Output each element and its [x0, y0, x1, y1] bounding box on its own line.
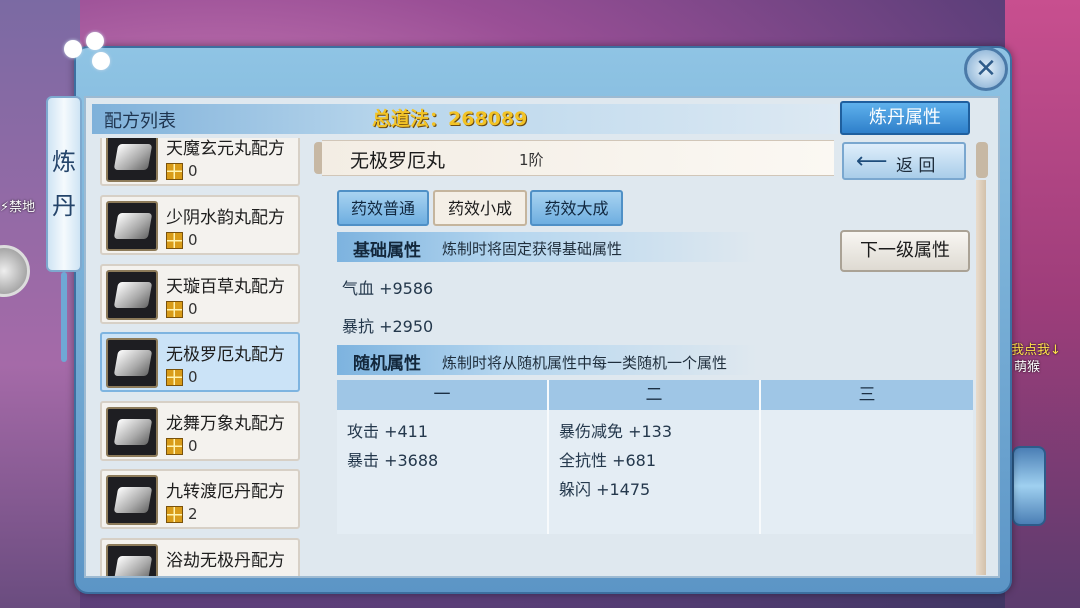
recipe-item-selected[interactable]: 无极罗厄丸配方 0	[100, 332, 300, 392]
random-column-1: 攻击 +411 暴击 +3688	[347, 410, 547, 534]
random-stat: 攻击 +411	[347, 422, 429, 441]
recipe-count: 0	[188, 231, 198, 249]
material-icon	[166, 163, 183, 180]
random-attribute-table: 一 二 三 攻击 +411 暴击 +3688 暴伤减免 +133 全抗性 +68…	[337, 380, 973, 534]
recipe-count: 0	[188, 368, 198, 386]
random-stat: 躲闪 +1475	[559, 480, 651, 499]
recipe-list[interactable]: 天魔玄元丸配方 0 少阴水韵丸配方 0 天璇百草丸配方 0 无极罗厄丸配方 0 …	[96, 138, 310, 576]
basic-section-desc: 炼制时将固定获得基础属性	[442, 240, 623, 258]
plum-blossom-icon	[56, 30, 116, 70]
back-label: 返 回	[896, 156, 936, 176]
random-section-desc: 炼制时将从随机属性中每一类随机一个属性	[442, 354, 728, 372]
recipe-scroll-icon	[106, 475, 158, 525]
scroll-roller-right	[976, 142, 988, 178]
recipe-name: 九转渡厄丹配方	[166, 482, 285, 502]
material-icon	[166, 232, 183, 249]
recipe-scroll-icon	[106, 201, 158, 251]
recipe-name: 天璇百草丸配方	[166, 277, 285, 297]
total-law-value: 总道法：268089	[372, 108, 528, 130]
material-icon	[166, 438, 183, 455]
basic-stat: 暴抗 +2950	[342, 317, 434, 336]
column-header-1: 一	[337, 380, 547, 410]
column-divider	[547, 380, 549, 534]
recipe-count: 0	[188, 300, 198, 318]
random-column-2: 暴伤减免 +133 全抗性 +681 躲闪 +1475	[559, 410, 759, 534]
background-left	[0, 0, 80, 608]
random-section-title: 随机属性	[353, 354, 421, 374]
material-icon	[166, 369, 183, 386]
random-stat: 全抗性 +681	[559, 451, 657, 470]
close-button[interactable]: ✕	[964, 47, 1008, 91]
recipe-item[interactable]: 浴劫无极丹配方	[100, 538, 300, 576]
random-stat: 暴击 +3688	[347, 451, 439, 470]
recipe-name: 无极罗厄丸配方	[166, 345, 285, 365]
recipe-scroll-icon	[106, 407, 158, 457]
recipe-count: 0	[188, 162, 198, 180]
recipe-item[interactable]: 天璇百草丸配方 0	[100, 264, 300, 324]
column-header-2: 二	[549, 380, 759, 410]
recipe-item[interactable]: 龙舞万象丸配方 0	[100, 401, 300, 461]
recipe-name: 少阴水韵丸配方	[166, 208, 285, 228]
recipe-scroll-icon	[106, 338, 158, 388]
tab-effect-minor[interactable]: 药效小成	[433, 190, 527, 226]
lantern-icon	[1012, 446, 1046, 526]
basic-section-title: 基础属性	[353, 241, 421, 261]
recipe-list-title: 配方列表	[104, 111, 176, 132]
random-column-3	[771, 410, 971, 534]
material-icon	[166, 506, 183, 523]
vertical-tab-char1: 炼	[52, 148, 76, 176]
tab-stem	[61, 272, 67, 362]
tab-effect-major[interactable]: 药效大成	[530, 190, 623, 226]
vertical-divider	[976, 180, 986, 575]
tab-effect-normal[interactable]: 药效普通	[337, 190, 429, 226]
recipe-name: 浴劫无极丹配方	[166, 551, 285, 571]
recipe-count: 0	[188, 437, 198, 455]
recipe-name: 龙舞万象丸配方	[166, 414, 285, 434]
vertical-tab-char2: 丹	[52, 192, 76, 220]
recipe-name: 天魔玄元丸配方	[166, 139, 285, 159]
recipe-item[interactable]: 九转渡厄丹配方 2	[100, 469, 300, 529]
next-level-button[interactable]: 下一级属性	[840, 230, 970, 272]
arrow-left-icon: ⟵	[856, 149, 888, 174]
forbidden-land-label[interactable]: ⚡禁地	[0, 196, 35, 215]
pill-tier: 1阶	[519, 151, 544, 169]
back-button[interactable]: ⟵ 返 回	[842, 142, 966, 180]
alchemy-vertical-tab[interactable]: 炼 丹	[46, 96, 82, 272]
recipe-scroll-icon	[106, 270, 158, 320]
recipe-item[interactable]: 少阴水韵丸配方 0	[100, 195, 300, 255]
column-divider	[759, 380, 761, 534]
alchemy-attributes-button[interactable]: 炼丹属性	[840, 101, 970, 135]
column-header-3: 三	[761, 380, 973, 410]
recipe-item[interactable]: 天魔玄元丸配方 0	[100, 138, 300, 186]
pill-name: 无极罗厄丸	[350, 150, 446, 172]
material-icon	[166, 301, 183, 318]
recipe-count: 2	[188, 505, 198, 523]
recipe-scroll-icon	[106, 544, 158, 576]
random-stat: 暴伤减免 +133	[559, 422, 673, 441]
basic-stat: 气血 +9586	[342, 279, 434, 298]
recipe-scroll-icon	[106, 138, 158, 182]
